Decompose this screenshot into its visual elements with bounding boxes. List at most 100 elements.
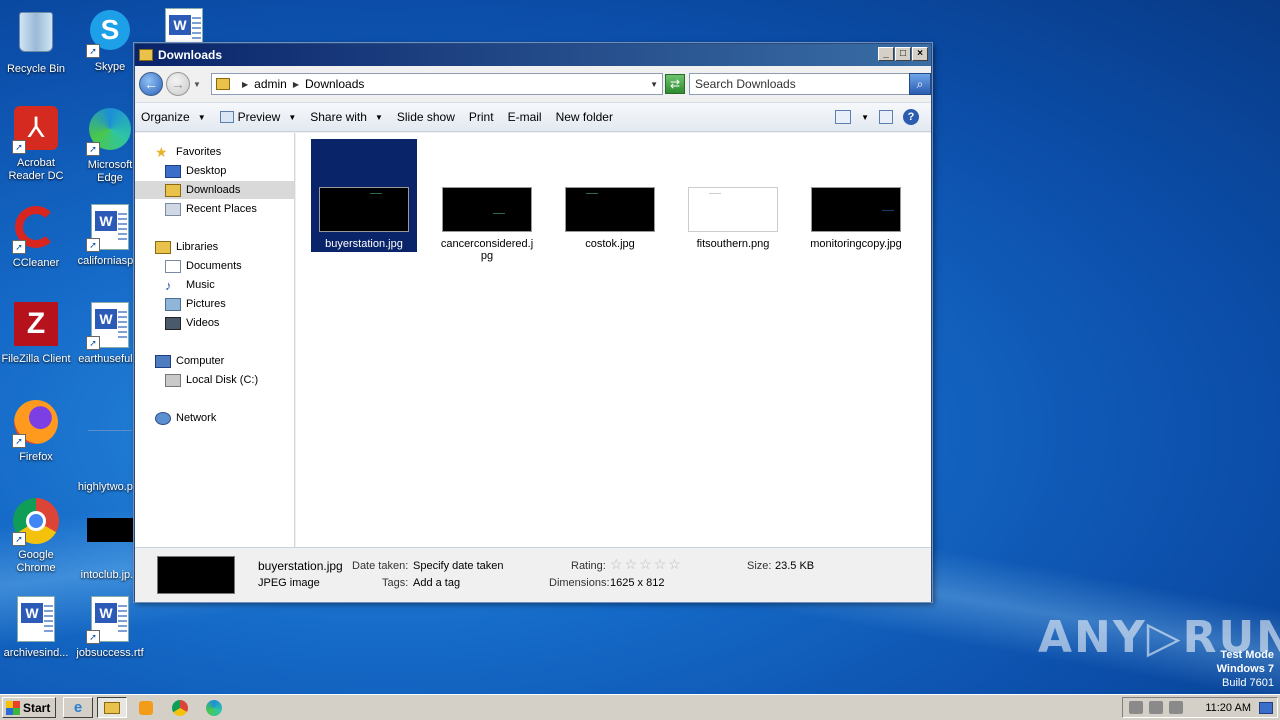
nav-documents[interactable]: Documents <box>135 257 294 275</box>
minimize-button[interactable]: _ <box>878 47 894 61</box>
desktop-icon-recycle-bin[interactable]: Recycle Bin <box>0 8 72 76</box>
taskbar-ie-button[interactable]: e <box>63 697 93 718</box>
desktop-icon-jobsuccess[interactable]: W ➚ jobsuccess.rtf <box>74 596 146 660</box>
taskbar-media-player-button[interactable] <box>131 697 161 718</box>
chevron-down-icon: ▼ <box>288 112 297 122</box>
explorer-window[interactable]: Downloads _ □ × ← → ▼ ▶ admin ▶ Download… <box>134 43 932 602</box>
image-file-icon <box>86 430 134 478</box>
taskbar-explorer-button[interactable] <box>97 697 127 718</box>
star-icon[interactable]: ☆ <box>668 556 681 573</box>
window-titlebar[interactable]: Downloads _ □ × <box>135 44 931 66</box>
print-button[interactable]: Print <box>469 110 494 124</box>
details-thumbnail <box>157 556 235 594</box>
search-input[interactable]: Search Downloads <box>689 73 911 95</box>
new-folder-button[interactable]: New folder <box>556 110 613 124</box>
shortcut-arrow-icon: ➚ <box>86 142 100 156</box>
details-pane: buyerstation.jpg JPEG image Date taken: … <box>135 547 931 602</box>
file-item-cancerconsidered[interactable]: cancerconsidered.jpg <box>434 187 540 262</box>
nav-downloads[interactable]: Downloads <box>135 181 294 199</box>
search-icon[interactable]: ⌕ <box>909 73 931 95</box>
star-icon[interactable]: ☆ <box>625 556 638 573</box>
breadcrumb-admin[interactable]: admin <box>254 77 287 91</box>
date-taken-field[interactable]: Specify date taken <box>413 560 504 572</box>
email-button[interactable]: E-mail <box>508 110 542 124</box>
desktop-icon-ccleaner[interactable]: ➚ CCleaner <box>0 204 72 270</box>
command-toolbar: Organize ▼ Preview ▼ Share with ▼ Slide sho… <box>135 102 931 132</box>
test-mode-notice: Test Mode Windows 7 Build 7601 <box>1216 649 1274 689</box>
rating-stars[interactable]: ☆ ☆ ☆ ☆ ☆ <box>610 556 681 573</box>
edge-icon <box>206 699 222 716</box>
music-icon: ♪ <box>165 277 172 293</box>
star-icon[interactable]: ☆ <box>639 556 652 573</box>
chevron-right-icon[interactable]: ▶ <box>293 80 299 89</box>
taskbar-chrome-button[interactable] <box>165 697 195 718</box>
nav-network[interactable]: Network <box>135 409 294 427</box>
flag-icon[interactable] <box>1169 701 1183 714</box>
recent-places-icon <box>165 202 181 216</box>
file-item-buyerstation[interactable]: buyerstation.jpg <box>311 139 417 252</box>
chrome-icon: ➚ <box>12 498 60 546</box>
window-title: Downloads <box>158 48 223 62</box>
clock[interactable]: 11:20 AM <box>1205 702 1251 714</box>
chevron-down-icon[interactable]: ▼ <box>861 113 869 122</box>
desktop-icon-chrome[interactable]: ➚ Google Chrome <box>0 498 72 575</box>
windows-logo-icon <box>6 700 20 715</box>
star-icon[interactable]: ☆ <box>654 556 667 573</box>
image-thumbnail <box>565 187 655 232</box>
address-row: ← → ▼ ▶ admin ▶ Downloads ▼ ⇄ Search Dow… <box>139 70 931 98</box>
file-item-fitsouthern[interactable]: fitsouthern.png <box>680 187 786 250</box>
downloads-folder-icon <box>165 183 181 197</box>
history-dropdown-icon[interactable]: ▼ <box>193 80 201 89</box>
nav-favorites[interactable]: ★ Favorites <box>155 143 314 161</box>
chevron-down-icon: ▼ <box>374 112 383 122</box>
filezilla-icon: Z <box>12 302 60 350</box>
file-item-costok[interactable]: costok.jpg <box>557 187 663 250</box>
nav-videos[interactable]: Videos <box>135 314 294 332</box>
libraries-icon <box>155 240 171 254</box>
dimensions-value: 1625 x 812 <box>610 577 665 589</box>
desktop-icon-doc-partial[interactable]: W <box>148 8 220 44</box>
nav-local-disk[interactable]: Local Disk (C:) <box>135 371 294 389</box>
word-doc-icon: W ➚ <box>86 302 134 350</box>
preview-button[interactable]: Preview ▼ <box>219 110 297 124</box>
refresh-button[interactable]: ⇄ <box>665 74 685 94</box>
close-button[interactable]: × <box>912 47 928 61</box>
desktop-icon-filezilla[interactable]: Z FileZilla Client <box>0 302 72 366</box>
taskbar-edge-button[interactable] <box>199 697 229 718</box>
back-button[interactable]: ← <box>139 72 163 96</box>
desktop-icon-firefox[interactable]: ➚ Firefox <box>0 400 72 464</box>
preview-icon <box>219 111 234 123</box>
desktop-icon-acrobat[interactable]: ⅄ ➚ Acrobat Reader DC <box>0 106 72 183</box>
maximize-button[interactable]: □ <box>895 47 911 61</box>
tags-field[interactable]: Add a tag <box>413 577 460 589</box>
preview-pane-icon[interactable] <box>879 110 893 124</box>
help-icon[interactable]: ? <box>903 109 919 125</box>
desktop-icon-archivesind[interactable]: W archivesind... <box>0 596 72 660</box>
start-button[interactable]: Start <box>2 697 56 718</box>
organize-button[interactable]: Organize ▼ <box>141 110 206 124</box>
nav-recent-places[interactable]: Recent Places <box>135 200 294 218</box>
nav-pictures[interactable]: Pictures <box>135 295 294 313</box>
forward-button[interactable]: → <box>166 72 190 96</box>
folder-icon <box>139 49 153 61</box>
computer-icon <box>155 354 171 368</box>
address-dropdown-icon[interactable]: ▼ <box>650 80 658 89</box>
address-bar[interactable]: ▶ admin ▶ Downloads ▼ <box>211 73 663 95</box>
show-desktop-icon[interactable] <box>1259 702 1273 714</box>
chevron-right-icon[interactable]: ▶ <box>242 80 248 89</box>
share-with-button[interactable]: Share with ▼ <box>310 110 383 124</box>
volume-icon[interactable] <box>1129 701 1143 714</box>
size-label: Size: <box>747 560 772 572</box>
image-thumbnail <box>688 187 778 232</box>
nav-desktop[interactable]: Desktop <box>135 162 294 180</box>
change-view-icon[interactable] <box>835 110 852 124</box>
nav-computer[interactable]: Computer <box>135 352 294 370</box>
word-doc-icon: W <box>165 8 203 44</box>
slide-show-button[interactable]: Slide show <box>397 110 455 124</box>
star-icon[interactable]: ☆ <box>610 556 623 573</box>
breadcrumb-downloads[interactable]: Downloads <box>305 77 364 91</box>
nav-libraries[interactable]: Libraries <box>135 238 294 256</box>
network-tray-icon[interactable] <box>1149 701 1163 714</box>
nav-music[interactable]: ♪ Music <box>135 276 294 294</box>
file-item-monitoringcopy[interactable]: monitoringcopy.jpg <box>803 187 909 250</box>
